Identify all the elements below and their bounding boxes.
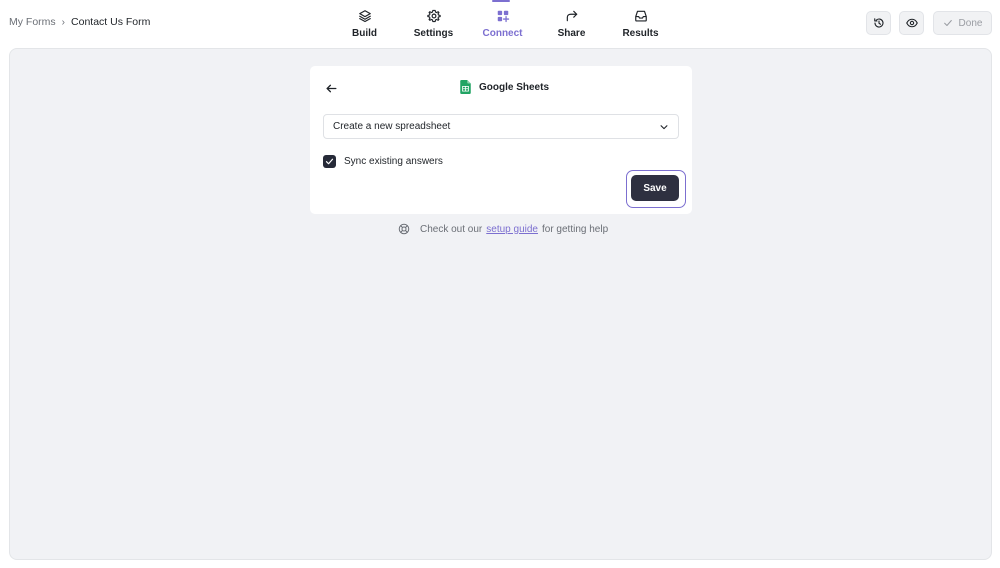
gear-icon <box>426 9 441 23</box>
save-button-focus-ring: Save <box>626 170 686 208</box>
main-canvas: Google Sheets Create a new spreadsheet S… <box>9 48 992 560</box>
lifebuoy-icon <box>398 223 410 235</box>
main-nav-tabs: Build Settings Connect Share Results <box>330 0 675 46</box>
help-prefix: Check out our <box>420 223 483 235</box>
tab-settings[interactable]: Settings <box>399 0 468 46</box>
card-title: Google Sheets <box>479 81 550 93</box>
arrow-left-icon <box>326 84 336 92</box>
tab-connect[interactable]: Connect <box>468 0 537 46</box>
top-bar: My Forms › Contact Us Form Build Setting… <box>0 0 1000 46</box>
tab-connect-label: Connect <box>482 28 523 39</box>
integration-card: Google Sheets Create a new spreadsheet S… <box>310 66 692 214</box>
tab-share-label: Share <box>557 28 586 39</box>
tab-build-label: Build <box>352 28 377 39</box>
breadcrumb: My Forms › Contact Us Form <box>9 16 150 28</box>
tab-settings-label: Settings <box>413 28 454 39</box>
checkmark-icon <box>325 158 334 165</box>
help-text: Check out our setup guide for getting he… <box>398 223 608 235</box>
tab-results-label: Results <box>622 28 659 39</box>
tab-build[interactable]: Build <box>330 0 399 46</box>
preview-button[interactable] <box>899 11 924 35</box>
done-label: Done <box>958 17 983 29</box>
breadcrumb-current-form: Contact Us Form <box>71 16 151 28</box>
save-button[interactable]: Save <box>631 175 679 201</box>
sync-answers-row: Sync existing answers <box>323 155 443 168</box>
tab-share[interactable]: Share <box>537 0 606 46</box>
history-icon <box>873 18 884 28</box>
grid-plus-icon <box>497 10 509 23</box>
setup-guide-link[interactable]: setup guide <box>486 224 538 235</box>
chevron-down-icon <box>660 125 668 130</box>
inbox-icon <box>634 10 647 22</box>
share-arrow-icon <box>566 10 577 22</box>
history-button[interactable] <box>866 11 891 35</box>
layers-icon <box>358 10 371 23</box>
card-header: Google Sheets <box>460 80 549 94</box>
spreadsheet-select[interactable]: Create a new spreadsheet <box>323 114 679 139</box>
back-button[interactable] <box>323 80 339 96</box>
help-suffix: for getting help <box>541 223 609 235</box>
tab-results[interactable]: Results <box>606 0 675 46</box>
spreadsheet-select-value: Create a new spreadsheet <box>333 121 451 132</box>
breadcrumb-my-forms[interactable]: My Forms <box>9 16 56 28</box>
active-tab-indicator <box>492 0 510 2</box>
done-button[interactable]: Done <box>933 11 992 35</box>
sync-answers-label: Sync existing answers <box>344 156 443 167</box>
check-icon <box>943 19 952 27</box>
eye-icon <box>905 18 918 28</box>
breadcrumb-separator: › <box>61 16 66 28</box>
google-sheets-icon <box>460 80 471 94</box>
sync-answers-checkbox[interactable] <box>323 155 336 168</box>
